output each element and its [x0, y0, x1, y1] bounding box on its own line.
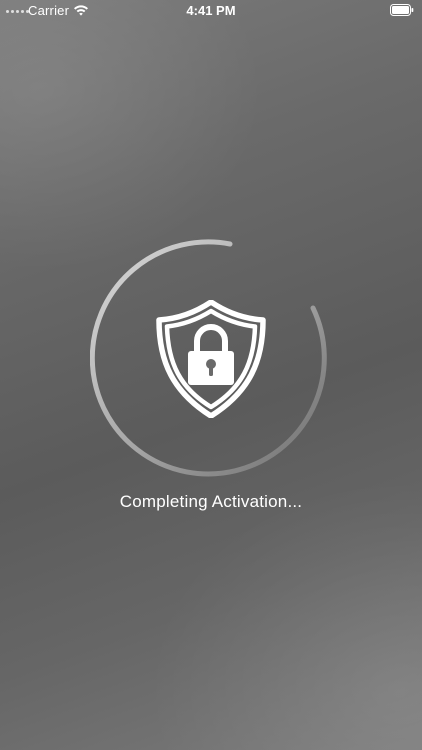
battery-icon — [390, 4, 414, 16]
activation-status-text: Completing Activation... — [119, 492, 303, 511]
status-bar: Carrier 4:41 PM — [0, 0, 422, 22]
shield-lock-icon — [156, 300, 266, 418]
status-time: 4:41 PM — [186, 3, 236, 18]
